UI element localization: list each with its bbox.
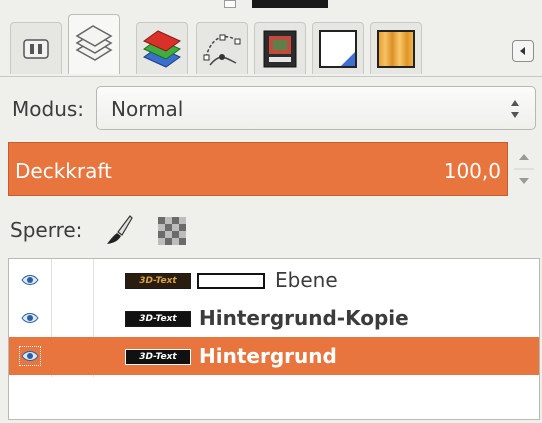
lock-alpha-checker-icon[interactable] [158,217,186,245]
undo-history-icon [263,30,297,67]
layer-thumbnail-text: 3D-Text [139,352,177,362]
triangle-left-icon [520,47,525,55]
mode-label: Modus: [12,97,85,121]
opacity-row: Deckkraft 100,0 [0,140,542,200]
dock-menu-button[interactable] [512,40,534,62]
layers-list: 3D-Text Ebene 3D-Text Hintergrund-Kopie … [8,258,540,420]
visibility-toggle[interactable] [19,270,41,290]
top-strip [0,0,542,12]
tab-separator [0,76,542,77]
visibility-toggle[interactable] [19,346,41,366]
layer-thumbnail: 3D-Text [125,349,191,365]
layer-mask-thumbnail[interactable] [197,273,265,289]
tab-undo-history[interactable] [254,22,306,74]
opacity-slider[interactable]: Deckkraft 100,0 [8,142,508,196]
channels-icon [143,29,181,68]
opacity-spin-buttons[interactable] [510,142,538,196]
mode-select[interactable]: Normal [96,86,536,130]
mode-row: Modus: Normal [0,84,542,134]
paths-icon [203,34,241,65]
eye-icon [21,313,39,323]
layers-icon [75,24,113,61]
tab-colors[interactable] [312,22,364,74]
lock-label: Sperre: [10,218,83,242]
layer-thumbnail-text: 3D-Text [139,314,177,324]
layer-name: Hintergrund [199,344,337,368]
layer-thumbnail: 3D-Text [125,311,191,327]
tab-paths[interactable] [196,22,248,74]
lock-pixels-brush-icon[interactable] [104,214,134,246]
layer-row-hintergrund-kopie[interactable]: 3D-Text Hintergrund-Kopie [9,299,539,337]
layer-name: Hintergrund-Kopie [199,306,409,330]
layer-row-ebene[interactable]: 3D-Text Ebene [9,261,539,299]
layer-thumbnail: 3D-Text [125,273,191,289]
tab-layers[interactable] [68,14,120,74]
eye-icon [21,275,39,285]
top-strip-bar [252,0,328,8]
tab-device-status[interactable] [10,22,62,74]
top-strip-mark [224,0,236,8]
mode-value: Normal [111,97,184,121]
opacity-label: Deckkraft [15,159,112,183]
opacity-value: 100,0 [443,159,501,183]
lock-row: Sperre: [0,208,542,252]
tab-gradient[interactable] [370,22,422,74]
device-status-icon [23,38,49,59]
layer-name: Ebene [275,268,338,292]
tab-channels[interactable] [136,22,188,74]
select-arrows-icon [511,100,519,118]
visibility-toggle[interactable] [19,308,41,328]
layer-row-hintergrund[interactable]: 3D-Text Hintergrund [9,337,539,375]
dock-tabs [0,14,542,78]
layer-thumbnail-text: 3D-Text [139,276,177,286]
color-swatch-icon [319,29,357,68]
eye-icon [21,351,39,361]
gradient-icon [377,29,415,68]
